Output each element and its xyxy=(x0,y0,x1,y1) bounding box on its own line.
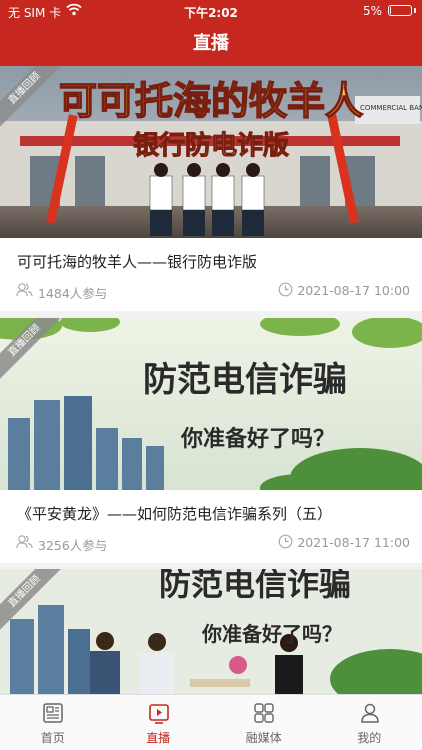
tab-label: 直播 xyxy=(146,731,171,745)
newspaper-icon xyxy=(42,702,64,724)
live-date: 2021-08-17 10:00 xyxy=(297,283,410,298)
clock-icon xyxy=(278,534,293,552)
grid-icon xyxy=(253,702,275,724)
tab-label: 首页 xyxy=(40,731,65,745)
tab-label: 我的 xyxy=(357,731,382,745)
battery-icon xyxy=(388,5,412,16)
banner-subtitle: 银行防电诈版 xyxy=(133,130,289,161)
clock-icon xyxy=(278,282,293,300)
tab-profile[interactable]: 我的 xyxy=(317,695,422,750)
live-meta: 3256人参与 2021-08-17 11:00 xyxy=(16,533,410,553)
banner-title: 防范电信诈骗 xyxy=(143,360,347,400)
participant-count: 1484人参与 xyxy=(38,286,108,301)
person-icon xyxy=(359,702,381,724)
tab-bar: 首页 直播 融媒体 我的 xyxy=(0,694,422,750)
banner-title: 防范电信诈骗 xyxy=(159,569,351,603)
svg-text:COMMERCIAL BANK: COMMERCIAL BANK xyxy=(360,104,422,112)
live-feed[interactable]: COMMERCIAL BANK 可可托海的牧羊人 银行防电诈版 直播回顾 可可托… xyxy=(0,66,422,694)
live-date: 2021-08-17 11:00 xyxy=(297,535,410,550)
live-card[interactable]: 防范电信诈骗 你准备好了吗？ 直播回顾 《平安黄龙》——如何防范电信诈骗系列（五… xyxy=(0,318,422,563)
live-thumbnail[interactable]: 防范电信诈骗 你准备好了吗？ 直播回顾 xyxy=(0,569,422,694)
battery-percent: 5% xyxy=(362,4,382,18)
participant-count: 3256人参与 xyxy=(38,538,108,553)
people-icon xyxy=(16,282,33,300)
tab-home[interactable]: 首页 xyxy=(0,695,106,750)
live-thumbnail[interactable]: COMMERCIAL BANK 可可托海的牧羊人 银行防电诈版 直播回顾 xyxy=(0,66,422,238)
live-title[interactable]: 《平安黄龙》——如何防范电信诈骗系列（五） xyxy=(17,503,412,524)
banner-title: 可可托海的牧羊人 xyxy=(59,78,363,123)
live-video-icon xyxy=(148,702,170,724)
live-thumbnail[interactable]: 防范电信诈骗 你准备好了吗？ 直播回顾 xyxy=(0,318,422,490)
nav-bar: 直播 xyxy=(0,22,422,66)
page-title: 直播 xyxy=(193,33,229,54)
live-card[interactable]: 防范电信诈骗 你准备好了吗？ 直播回顾 xyxy=(0,569,422,694)
status-bar: 无 SIM 卡 下午2:02 5% xyxy=(0,0,422,22)
live-meta: 1484人参与 2021-08-17 10:00 xyxy=(16,281,410,301)
tab-live[interactable]: 直播 xyxy=(106,695,212,750)
tab-media[interactable]: 融媒体 xyxy=(211,695,317,750)
banner-subtitle: 你准备好了吗？ xyxy=(201,622,342,646)
banner-subtitle: 你准备好了吗？ xyxy=(180,426,335,452)
tab-label: 融媒体 xyxy=(245,731,282,745)
status-time: 下午2:02 xyxy=(184,6,238,20)
people-icon xyxy=(16,534,33,552)
live-card[interactable]: COMMERCIAL BANK 可可托海的牧羊人 银行防电诈版 直播回顾 可可托… xyxy=(0,66,422,311)
battery-tip xyxy=(414,8,416,13)
live-title[interactable]: 可可托海的牧羊人——银行防电诈版 xyxy=(17,251,412,272)
